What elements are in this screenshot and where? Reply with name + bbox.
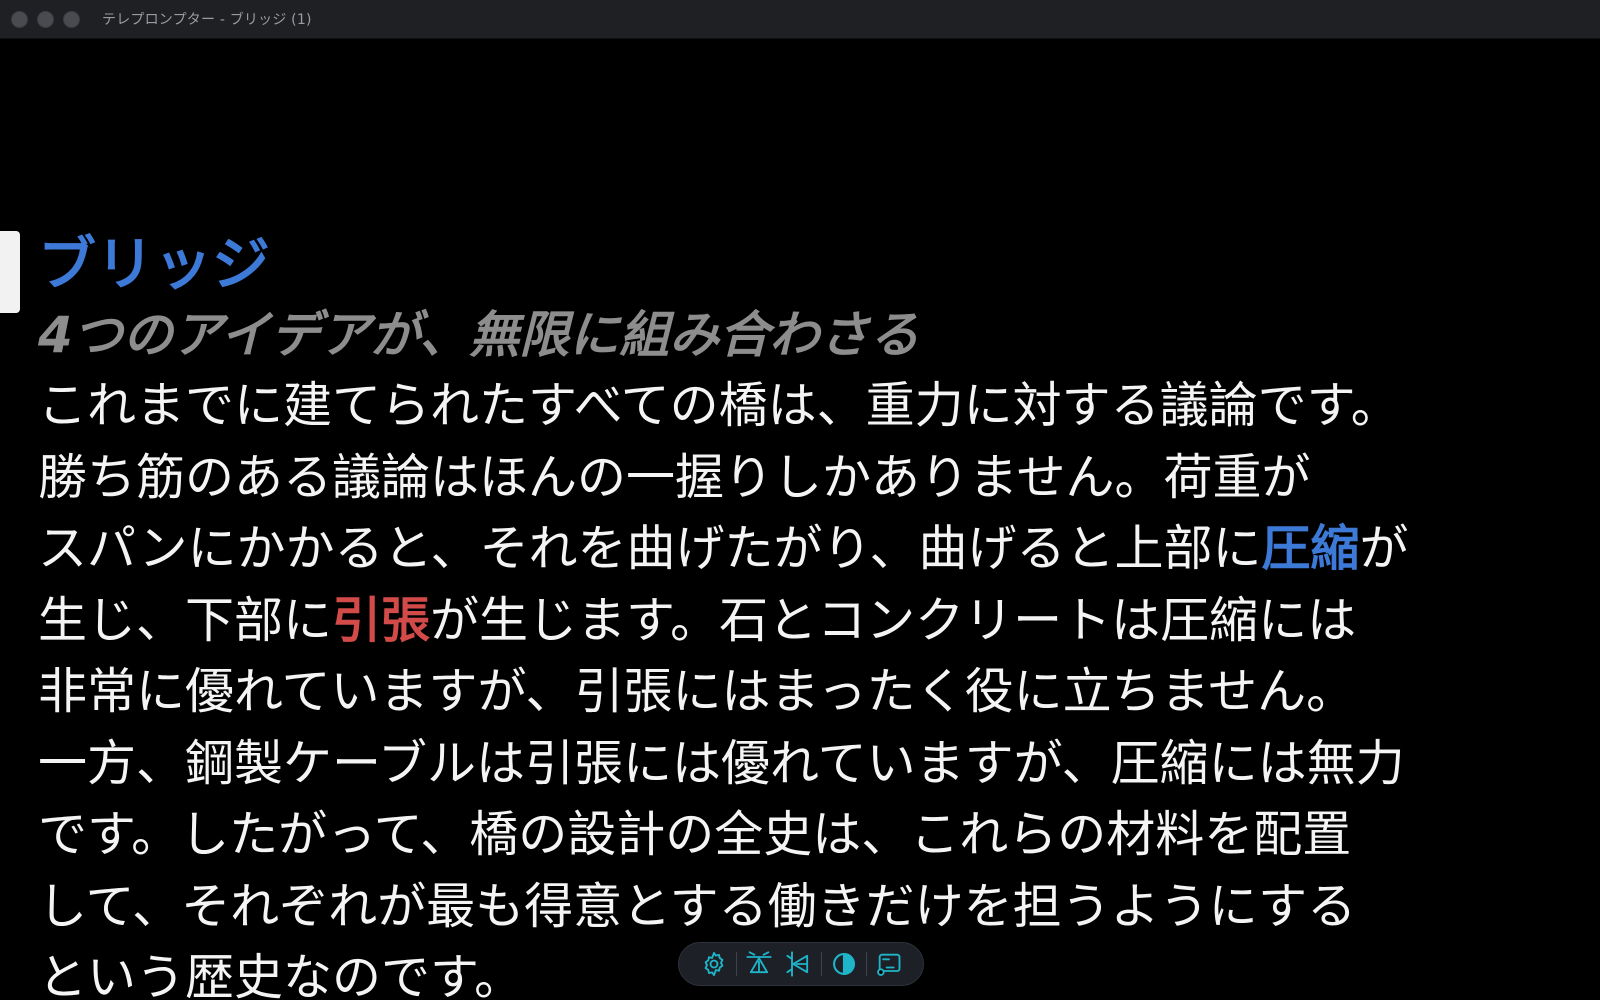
highlight-compression: 圧縮: [1261, 520, 1360, 577]
script-line-text: が: [1359, 520, 1409, 577]
script-text-area[interactable]: ブリッジ 4つのアイデアが、無限に組み合わさる これまでに建てられたすべての橋は…: [38, 228, 1568, 1000]
zoom-window-button[interactable]: [63, 10, 80, 28]
display-output-icon: [876, 953, 900, 976]
contrast-icon: [832, 953, 855, 975]
flip-horizontal-button[interactable]: [781, 946, 817, 982]
toolbar-divider: [735, 952, 737, 976]
script-line: して、それぞれが最も得意とする働きだけを担うようにする: [38, 877, 1357, 935]
window-title: テレプロンプター - ブリッジ (1): [102, 12, 312, 28]
script-line: 勝ち筋のある議論はほんの一握りしかありません。荷重が: [38, 448, 1311, 506]
script-line: 非常に優れていますが、引張にはまったく役に立ちません。: [38, 663, 1356, 720]
script-line: 生じ、下部に引張が生じます。石とコンクリートは圧縮には: [38, 585, 1568, 657]
script-line-text: スパンにかかると、それを曲げたがり、曲げると上部に: [38, 520, 1262, 577]
title-bar: テレプロンプター - ブリッジ (1): [0, 0, 1600, 39]
close-window-button[interactable]: [11, 10, 28, 28]
script-line: これまでに建てられたすべての橋は、重力に対する議論です。: [38, 377, 1400, 434]
settings-button[interactable]: [696, 946, 732, 982]
script-heading: ブリッジ: [38, 230, 271, 298]
flip-vertical-button[interactable]: [741, 946, 777, 982]
flip-horizontal-icon: [785, 951, 808, 977]
display-output-button[interactable]: [871, 946, 907, 982]
flip-vertical-icon: [745, 951, 772, 974]
script-subheading: 4つのアイデアが、無限に組み合わさる: [38, 306, 920, 364]
script-line: スパンにかかると、それを曲げたがり、曲げると上部に圧縮が: [38, 513, 1568, 585]
gear-icon: [704, 951, 723, 977]
window-controls: [11, 10, 80, 28]
reading-position-marker[interactable]: [0, 231, 20, 313]
script-line: です。したがって、橋の設計の全史は、これらの材料を配置: [38, 806, 1352, 863]
toolbar-divider: [820, 952, 822, 976]
script-line: 一方、鋼製ケーブルは引張には優れていますが、圧縮には無力: [38, 734, 1405, 792]
highlight-tension: 引張: [332, 591, 431, 649]
minimize-window-button[interactable]: [37, 10, 54, 28]
teleprompter-window: テレプロンプター - ブリッジ (1) ブリッジ 4つのアイデアが、無限に組み合…: [0, 0, 1600, 1000]
toolbar-divider: [865, 952, 867, 976]
contrast-button[interactable]: [826, 946, 862, 982]
script-line-text: が生じます。石とコンクリートは圧縮には: [430, 591, 1357, 649]
prompter-toolbar: [678, 942, 924, 986]
script-line-text: 生じ、下部に: [38, 591, 333, 649]
